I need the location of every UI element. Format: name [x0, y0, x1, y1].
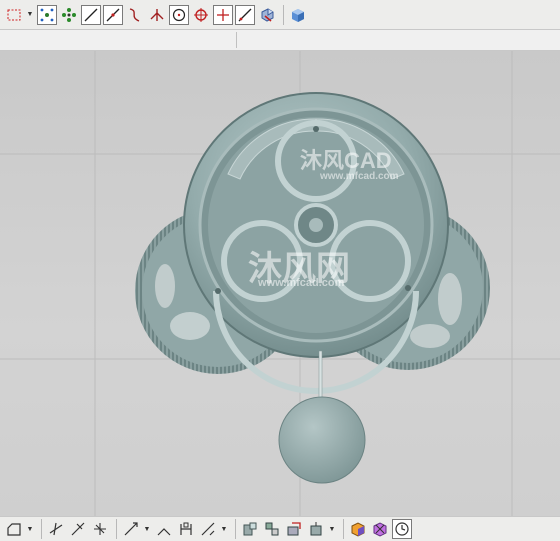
bottom-toolbar: ▼ ▼ ▼ ▼: [0, 516, 560, 541]
trim-icon[interactable]: [46, 519, 66, 539]
dropdown-arrow-icon[interactable]: ▼: [143, 519, 151, 539]
snap-grid-icon[interactable]: [59, 5, 79, 25]
watermark-large-url: www.mfcad.com: [258, 277, 345, 289]
select-rectangle-icon[interactable]: [4, 5, 24, 25]
render-icon[interactable]: [348, 519, 368, 539]
toolbar-divider: [236, 32, 237, 48]
snap-point-icon[interactable]: [37, 4, 57, 25]
3d-viewport[interactable]: 沐风CAD www.mfcad.com 沐风网 www.mfcad.com: [0, 51, 560, 516]
dropdown-arrow-icon[interactable]: ▼: [220, 519, 228, 539]
center-point-icon[interactable]: [191, 5, 211, 25]
spline-curve-icon[interactable]: [125, 5, 145, 25]
view-orient-icon[interactable]: [257, 5, 277, 25]
chamfer-icon[interactable]: [154, 519, 174, 539]
component-icon[interactable]: [284, 519, 304, 539]
top-toolbar: ▼: [0, 0, 560, 30]
dropdown-arrow-icon[interactable]: ▼: [328, 519, 336, 539]
dropdown-arrow-icon[interactable]: ▼: [26, 519, 34, 539]
render-options-icon[interactable]: [370, 519, 390, 539]
relation-icon[interactable]: [240, 519, 260, 539]
fillet-icon[interactable]: [121, 519, 141, 539]
diagonal-line-icon[interactable]: [235, 4, 255, 25]
extend-icon[interactable]: [68, 519, 88, 539]
pendulum: [278, 350, 366, 484]
line-icon[interactable]: [81, 4, 101, 25]
move-icon[interactable]: [306, 519, 326, 539]
offset-icon[interactable]: [90, 519, 110, 539]
sketch-shape-icon[interactable]: [4, 519, 24, 539]
line-tangent-icon[interactable]: [103, 4, 123, 25]
toolbar-separator: [283, 4, 284, 25]
watermark-small-url: www.mfcad.com: [320, 171, 399, 182]
crosshair-icon[interactable]: [213, 4, 233, 25]
circle-icon[interactable]: [169, 4, 189, 25]
shaded-cube-icon[interactable]: [288, 5, 308, 25]
assembly-icon[interactable]: [262, 519, 282, 539]
dropdown-arrow-icon[interactable]: ▼: [26, 5, 34, 25]
clock-icon[interactable]: [392, 519, 412, 539]
dimension-icon[interactable]: [176, 519, 196, 539]
constraint-icon[interactable]: [198, 519, 218, 539]
secondary-toolbar: [0, 30, 560, 51]
intersection-icon[interactable]: [147, 5, 167, 25]
